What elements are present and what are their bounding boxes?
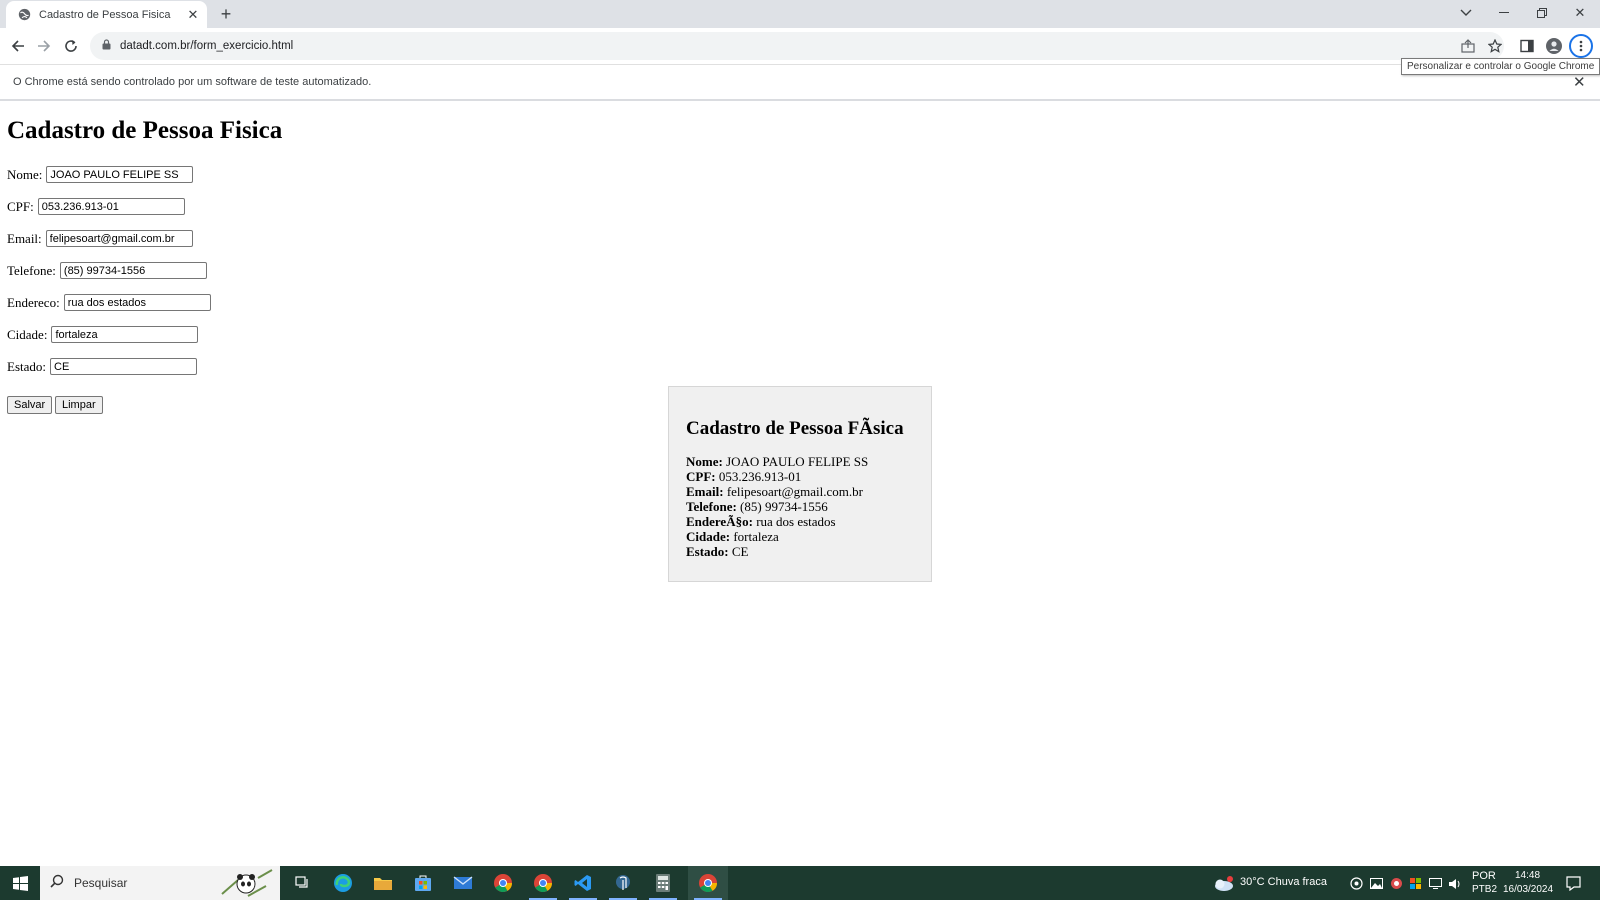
store-icon[interactable] xyxy=(403,866,443,900)
result-row-cidade: Cidade: fortaleza xyxy=(686,529,779,544)
task-view-icon[interactable] xyxy=(283,866,323,900)
share-icon[interactable] xyxy=(1459,37,1477,55)
side-panel-icon[interactable] xyxy=(1518,37,1536,55)
back-arrow-icon[interactable] xyxy=(8,36,28,56)
result-title: Cadastro de Pessoa FÃsica xyxy=(686,418,904,439)
nome-input[interactable] xyxy=(46,166,194,183)
vscode-icon[interactable] xyxy=(563,866,603,900)
weather-cloud-icon[interactable] xyxy=(1212,875,1234,891)
profile-avatar-icon[interactable] xyxy=(1545,37,1563,55)
result-row-email: Email: felipesoart@gmail.com.br xyxy=(686,484,863,499)
nome-label: Nome: xyxy=(7,166,43,182)
weather-text[interactable]: 30°C Chuva fraca xyxy=(1240,876,1327,888)
estado-input[interactable] xyxy=(50,358,197,375)
result-row-nome: Nome: JOAO PAULO FELIPE SS xyxy=(686,454,869,469)
windows-taskbar: Pesquisar 30°C Chuva fraca POR PTB2 14:4… xyxy=(0,866,1600,900)
result-card: Cadastro de Pessoa FÃsica Nome: JOAO PAU… xyxy=(668,386,932,582)
globe-icon xyxy=(17,8,31,22)
page-content: Cadastro de Pessoa Fisica Nome: CPF: Ema… xyxy=(0,103,1600,866)
endereco-label: Endereco: xyxy=(7,294,60,310)
file-explorer-icon[interactable] xyxy=(363,866,403,900)
cpf-field-row: CPF: xyxy=(7,198,185,215)
chrome-icon[interactable] xyxy=(523,866,563,900)
address-bar[interactable]: datadt.com.br/form_exercicio.html xyxy=(90,32,1504,60)
result-row-estado: Estado: CE xyxy=(686,544,749,559)
cpf-label: CPF: xyxy=(7,198,34,214)
endereco-input[interactable] xyxy=(63,294,211,311)
tab-strip: Cadastro de Pessoa Fisica ✕ + ✕ xyxy=(0,0,1600,28)
result-row-cpf: CPF: 053.236.913-01 xyxy=(686,469,802,484)
notification-icon[interactable] xyxy=(1565,875,1581,891)
result-row-endereco: EndereÃ§o: rua dos estados xyxy=(686,514,836,529)
restore-button[interactable] xyxy=(1526,0,1558,26)
chrome-menu-button[interactable] xyxy=(1569,34,1593,58)
page-title: Cadastro de Pessoa Fisica xyxy=(7,117,283,144)
image-icon[interactable] xyxy=(1370,877,1383,890)
calculator-icon[interactable] xyxy=(643,866,683,900)
estado-field-row: Estado: xyxy=(7,358,197,375)
close-infobar-icon[interactable]: ✕ xyxy=(1573,73,1586,91)
bookmark-star-icon[interactable] xyxy=(1486,37,1504,55)
cidade-input[interactable] xyxy=(51,326,199,343)
email-field-row: Email: xyxy=(7,230,193,247)
app-tray-icon[interactable] xyxy=(1390,877,1403,890)
search-icon xyxy=(50,874,64,893)
browser-toolbar: datadt.com.br/form_exercicio.html xyxy=(0,28,1600,64)
forward-arrow-icon[interactable] xyxy=(34,36,54,56)
reload-icon[interactable] xyxy=(61,36,81,56)
nome-field-row: Nome: xyxy=(7,166,194,183)
clock-time[interactable]: 14:48 xyxy=(1515,870,1540,881)
network-status-icon[interactable] xyxy=(1350,877,1363,890)
keyboard-layout[interactable]: PTB2 xyxy=(1472,884,1497,895)
security-icon[interactable] xyxy=(1409,877,1422,890)
tab-title: Cadastro de Pessoa Fisica xyxy=(39,8,171,21)
browser-tab[interactable]: Cadastro de Pessoa Fisica ✕ xyxy=(6,1,207,28)
cidade-field-row: Cidade: xyxy=(7,326,199,343)
telefone-field-row: Telefone: xyxy=(7,262,207,279)
result-row-telefone: Telefone: (85) 99734-1556 xyxy=(686,499,828,514)
url-text: datadt.com.br/form_exercicio.html xyxy=(120,40,294,52)
cpf-input[interactable] xyxy=(37,198,185,215)
cidade-label: Cidade: xyxy=(7,326,48,342)
postgresql-icon[interactable] xyxy=(603,866,643,900)
language-code[interactable]: POR xyxy=(1472,870,1496,882)
new-tab-button[interactable]: + xyxy=(216,4,236,24)
lock-icon[interactable] xyxy=(102,37,111,55)
chrome-active-icon[interactable] xyxy=(688,866,728,900)
minimize-button[interactable] xyxy=(1488,0,1520,26)
automation-infobar: O Chrome está sendo controlado por um so… xyxy=(0,64,1600,101)
endereco-field-row: Endereco: xyxy=(7,294,211,311)
chrome-icon[interactable] xyxy=(483,866,523,900)
volume-icon[interactable] xyxy=(1448,877,1461,890)
start-button[interactable] xyxy=(0,866,40,900)
ethernet-icon[interactable] xyxy=(1429,877,1442,890)
edge-icon[interactable] xyxy=(323,866,363,900)
search-placeholder: Pesquisar xyxy=(74,876,128,890)
mail-icon[interactable] xyxy=(443,866,483,900)
email-label: Email: xyxy=(7,230,42,246)
panda-illustration-icon xyxy=(218,868,276,898)
tab-search-icon[interactable] xyxy=(1450,0,1482,26)
clear-button[interactable]: Limpar xyxy=(55,396,103,414)
menu-tooltip: Personalizar e controlar o Google Chrome xyxy=(1401,58,1600,75)
estado-label: Estado: xyxy=(7,358,46,374)
close-window-button[interactable]: ✕ xyxy=(1564,0,1596,26)
clock-date[interactable]: 16/03/2024 xyxy=(1503,884,1553,895)
telefone-input[interactable] xyxy=(59,262,207,279)
automation-message: O Chrome está sendo controlado por um so… xyxy=(13,76,372,88)
email-input[interactable] xyxy=(45,230,193,247)
save-button[interactable]: Salvar xyxy=(7,396,53,414)
taskbar-search[interactable]: Pesquisar xyxy=(40,866,280,900)
telefone-label: Telefone: xyxy=(7,262,56,278)
close-tab-icon[interactable]: ✕ xyxy=(185,7,201,23)
